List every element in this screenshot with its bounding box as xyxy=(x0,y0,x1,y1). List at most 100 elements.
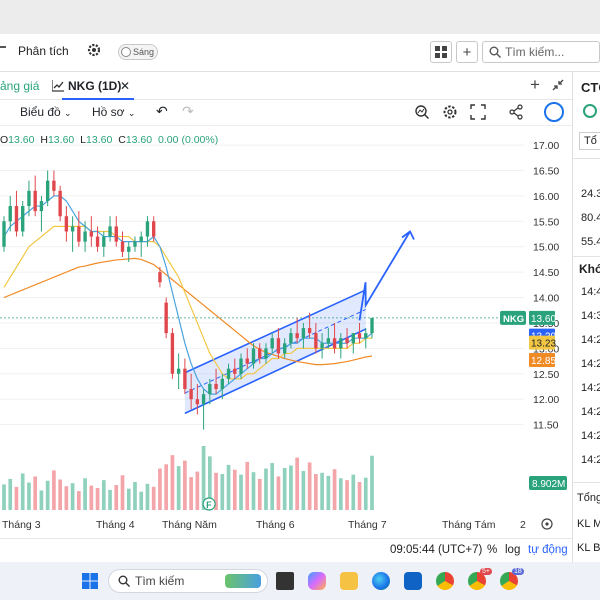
candle-body xyxy=(239,358,243,374)
volume-bar xyxy=(226,464,231,510)
candle-body xyxy=(214,383,218,390)
chrome-browser-icon[interactable] xyxy=(436,572,454,590)
event-marker-label: F xyxy=(206,500,212,510)
right-panel-button[interactable]: Tổ xyxy=(579,132,600,150)
layout-grid-button[interactable] xyxy=(430,41,452,63)
candle-body xyxy=(108,226,112,237)
copilot-icon[interactable] xyxy=(308,572,326,590)
chevron-down-icon: ⌄ xyxy=(64,108,72,118)
candle-body xyxy=(45,180,50,201)
price-tick-label: 14.50 xyxy=(533,267,559,279)
file-explorer-icon[interactable] xyxy=(340,572,358,590)
chart-line-icon xyxy=(51,80,64,95)
share-icon[interactable] xyxy=(508,104,524,123)
chart-menu[interactable]: Biểu đồ ⌄ xyxy=(20,105,72,119)
projection-arrow xyxy=(358,231,411,321)
add-button[interactable]: + xyxy=(456,41,478,63)
task-view-icon[interactable] xyxy=(276,572,294,590)
search-placeholder: Tìm kiếm... xyxy=(505,45,565,59)
percent-toggle[interactable]: % xyxy=(487,544,497,556)
volume-bar xyxy=(338,478,343,510)
candle-body xyxy=(114,226,118,242)
taskbar-search-input[interactable]: Tìm kiếm xyxy=(108,569,268,593)
redo-icon[interactable]: ↷ xyxy=(182,103,194,120)
price-tick-label: 12.00 xyxy=(533,394,559,406)
candle-body xyxy=(226,368,231,379)
volume-bar xyxy=(282,467,287,510)
candle-body xyxy=(14,206,19,232)
candle-body xyxy=(351,333,355,344)
collapse-icon[interactable] xyxy=(552,79,564,94)
search-input[interactable]: Tìm kiếm... xyxy=(482,41,600,63)
candle-body xyxy=(320,343,324,349)
rp-time: 14:2 xyxy=(581,430,600,442)
ma-mid-line xyxy=(3,225,372,380)
rp-time: 14:2 xyxy=(581,382,600,394)
symbol-tag-label: NKG xyxy=(503,314,524,325)
candle-body xyxy=(258,348,262,359)
taskbar-search-placeholder: Tìm kiếm xyxy=(135,574,185,588)
volume-bar xyxy=(289,465,293,510)
analysis-menu[interactable]: Phân tích xyxy=(18,44,69,58)
candle-body xyxy=(220,378,224,390)
rp-kl-b: KL B xyxy=(577,542,600,554)
edge-browser-icon[interactable] xyxy=(372,572,390,590)
candle-body xyxy=(83,231,87,242)
volume-bar xyxy=(189,477,193,510)
grid xyxy=(0,144,524,426)
volume-bar xyxy=(370,455,374,510)
volume-bar xyxy=(14,486,19,510)
toggle-knob xyxy=(121,47,131,57)
candle-body xyxy=(183,368,187,390)
price-chart[interactable]: F 17.00 16.50 16.00 15.50 15.00 14.50 14.00 13.… xyxy=(0,126,572,538)
candle-body xyxy=(364,333,368,339)
volume-bar xyxy=(77,491,81,510)
right-panel: CTC Tổ 24.3 80.4 55.4 Khớ 14:4 14:3 14:2… xyxy=(572,72,600,562)
time-tick-label: 2 xyxy=(520,519,526,531)
chart-menu-label: Biểu đồ xyxy=(20,105,61,119)
profile-menu[interactable]: Hồ sơ ⌄ xyxy=(92,105,135,119)
candle-body xyxy=(270,338,274,349)
volume-bar xyxy=(108,489,112,510)
volume-bar xyxy=(45,480,50,510)
volume-tag-label: 8.902M xyxy=(532,479,565,490)
close-tab-icon[interactable]: ✕ xyxy=(120,79,130,93)
undo-icon[interactable]: ↶ xyxy=(156,103,168,120)
volume-bar xyxy=(83,478,87,510)
divider xyxy=(573,256,600,257)
candle-body xyxy=(170,333,175,374)
log-toggle[interactable]: log xyxy=(505,544,520,556)
price-tag-label: 13.23 xyxy=(531,339,556,350)
fullscreen-icon[interactable] xyxy=(470,104,486,123)
tab-price-board[interactable]: ảng giá xyxy=(0,79,39,93)
new-tab-icon[interactable]: + xyxy=(530,75,540,95)
candle-body xyxy=(295,333,299,339)
volume-bar xyxy=(276,476,281,510)
volume-bar xyxy=(95,488,100,510)
candle-body xyxy=(127,246,131,252)
trend-channel[interactable] xyxy=(184,230,415,415)
time-tick-label: Tháng 6 xyxy=(256,519,295,531)
settings-icon[interactable] xyxy=(442,104,458,123)
volume-bar xyxy=(264,468,268,510)
volume-bar xyxy=(139,491,144,510)
windows-start-icon[interactable] xyxy=(82,573,98,592)
outlook-icon[interactable] xyxy=(404,572,422,590)
candle-body xyxy=(314,333,318,349)
auto-scale-toggle[interactable]: tự động xyxy=(528,544,568,556)
tab-nkg[interactable]: NKG (1D) xyxy=(68,79,121,93)
gear-icon[interactable] xyxy=(86,42,102,61)
grid-icon xyxy=(435,46,447,58)
volume-bar xyxy=(133,481,137,510)
volume-bar xyxy=(251,472,256,510)
zoom-icon[interactable] xyxy=(414,104,430,123)
menu-edge-icon[interactable] xyxy=(0,46,6,48)
candle-body xyxy=(152,221,156,237)
volume-bar xyxy=(176,466,181,510)
volume-bar xyxy=(232,469,237,510)
price-tick-label: 11.50 xyxy=(533,420,559,432)
volume-bar xyxy=(257,478,262,510)
search-highlight-icon xyxy=(225,574,261,588)
candle-body xyxy=(158,272,162,283)
theme-toggle[interactable]: Sáng xyxy=(118,44,158,60)
